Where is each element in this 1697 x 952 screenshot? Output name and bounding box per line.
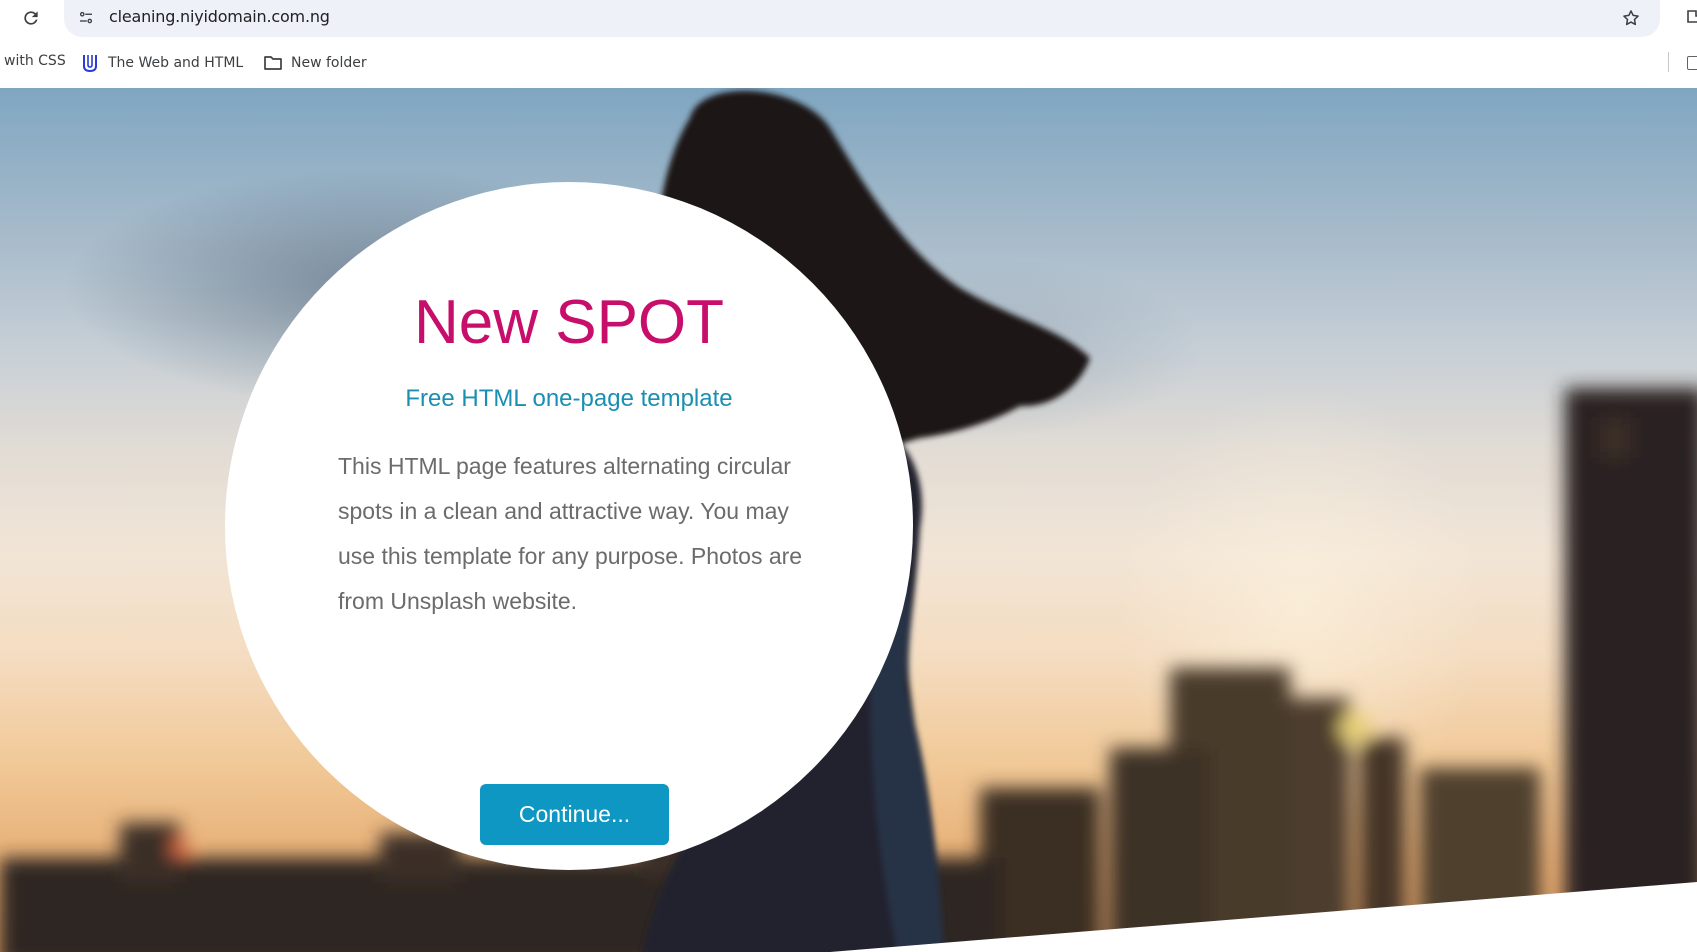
star-icon[interactable] <box>1618 5 1644 31</box>
folder-icon <box>263 53 283 73</box>
bookmark-label: The Web and HTML <box>108 55 244 71</box>
reload-icon[interactable] <box>18 5 44 31</box>
browser-toolbar: cleaning.niyidomain.com.ng <box>0 0 1697 40</box>
bookmark-new-folder[interactable]: New folder <box>263 53 367 73</box>
site-info-icon[interactable] <box>74 6 98 30</box>
hero-spot-circle: New SPOT Free HTML one-page template Thi… <box>225 182 913 870</box>
address-bar[interactable]: cleaning.niyidomain.com.ng <box>64 0 1660 37</box>
bookmark-label: with CSS <box>4 53 66 69</box>
continue-button[interactable]: Continue... <box>480 784 669 845</box>
hero-description: This HTML page features alternating circ… <box>338 453 803 614</box>
udacity-icon <box>80 53 100 73</box>
bookmark-with-css[interactable]: with CSS <box>4 53 66 69</box>
hero-subtitle: Free HTML one-page template <box>405 385 733 412</box>
url-text[interactable]: cleaning.niyidomain.com.ng <box>109 7 330 26</box>
page-viewport: New SPOT Free HTML one-page template Thi… <box>0 88 1697 952</box>
bookmark-the-web-and-html[interactable]: The Web and HTML <box>80 53 243 73</box>
bookmarks-divider <box>1668 52 1669 72</box>
bookmarks-bar: with CSS The Web and HTML New folder <box>0 42 1697 82</box>
all-bookmarks-icon[interactable] <box>1687 56 1697 70</box>
extensions-icon[interactable] <box>1685 6 1697 28</box>
bookmark-label: New folder <box>291 55 367 71</box>
hero-title: New SPOT <box>413 288 725 357</box>
